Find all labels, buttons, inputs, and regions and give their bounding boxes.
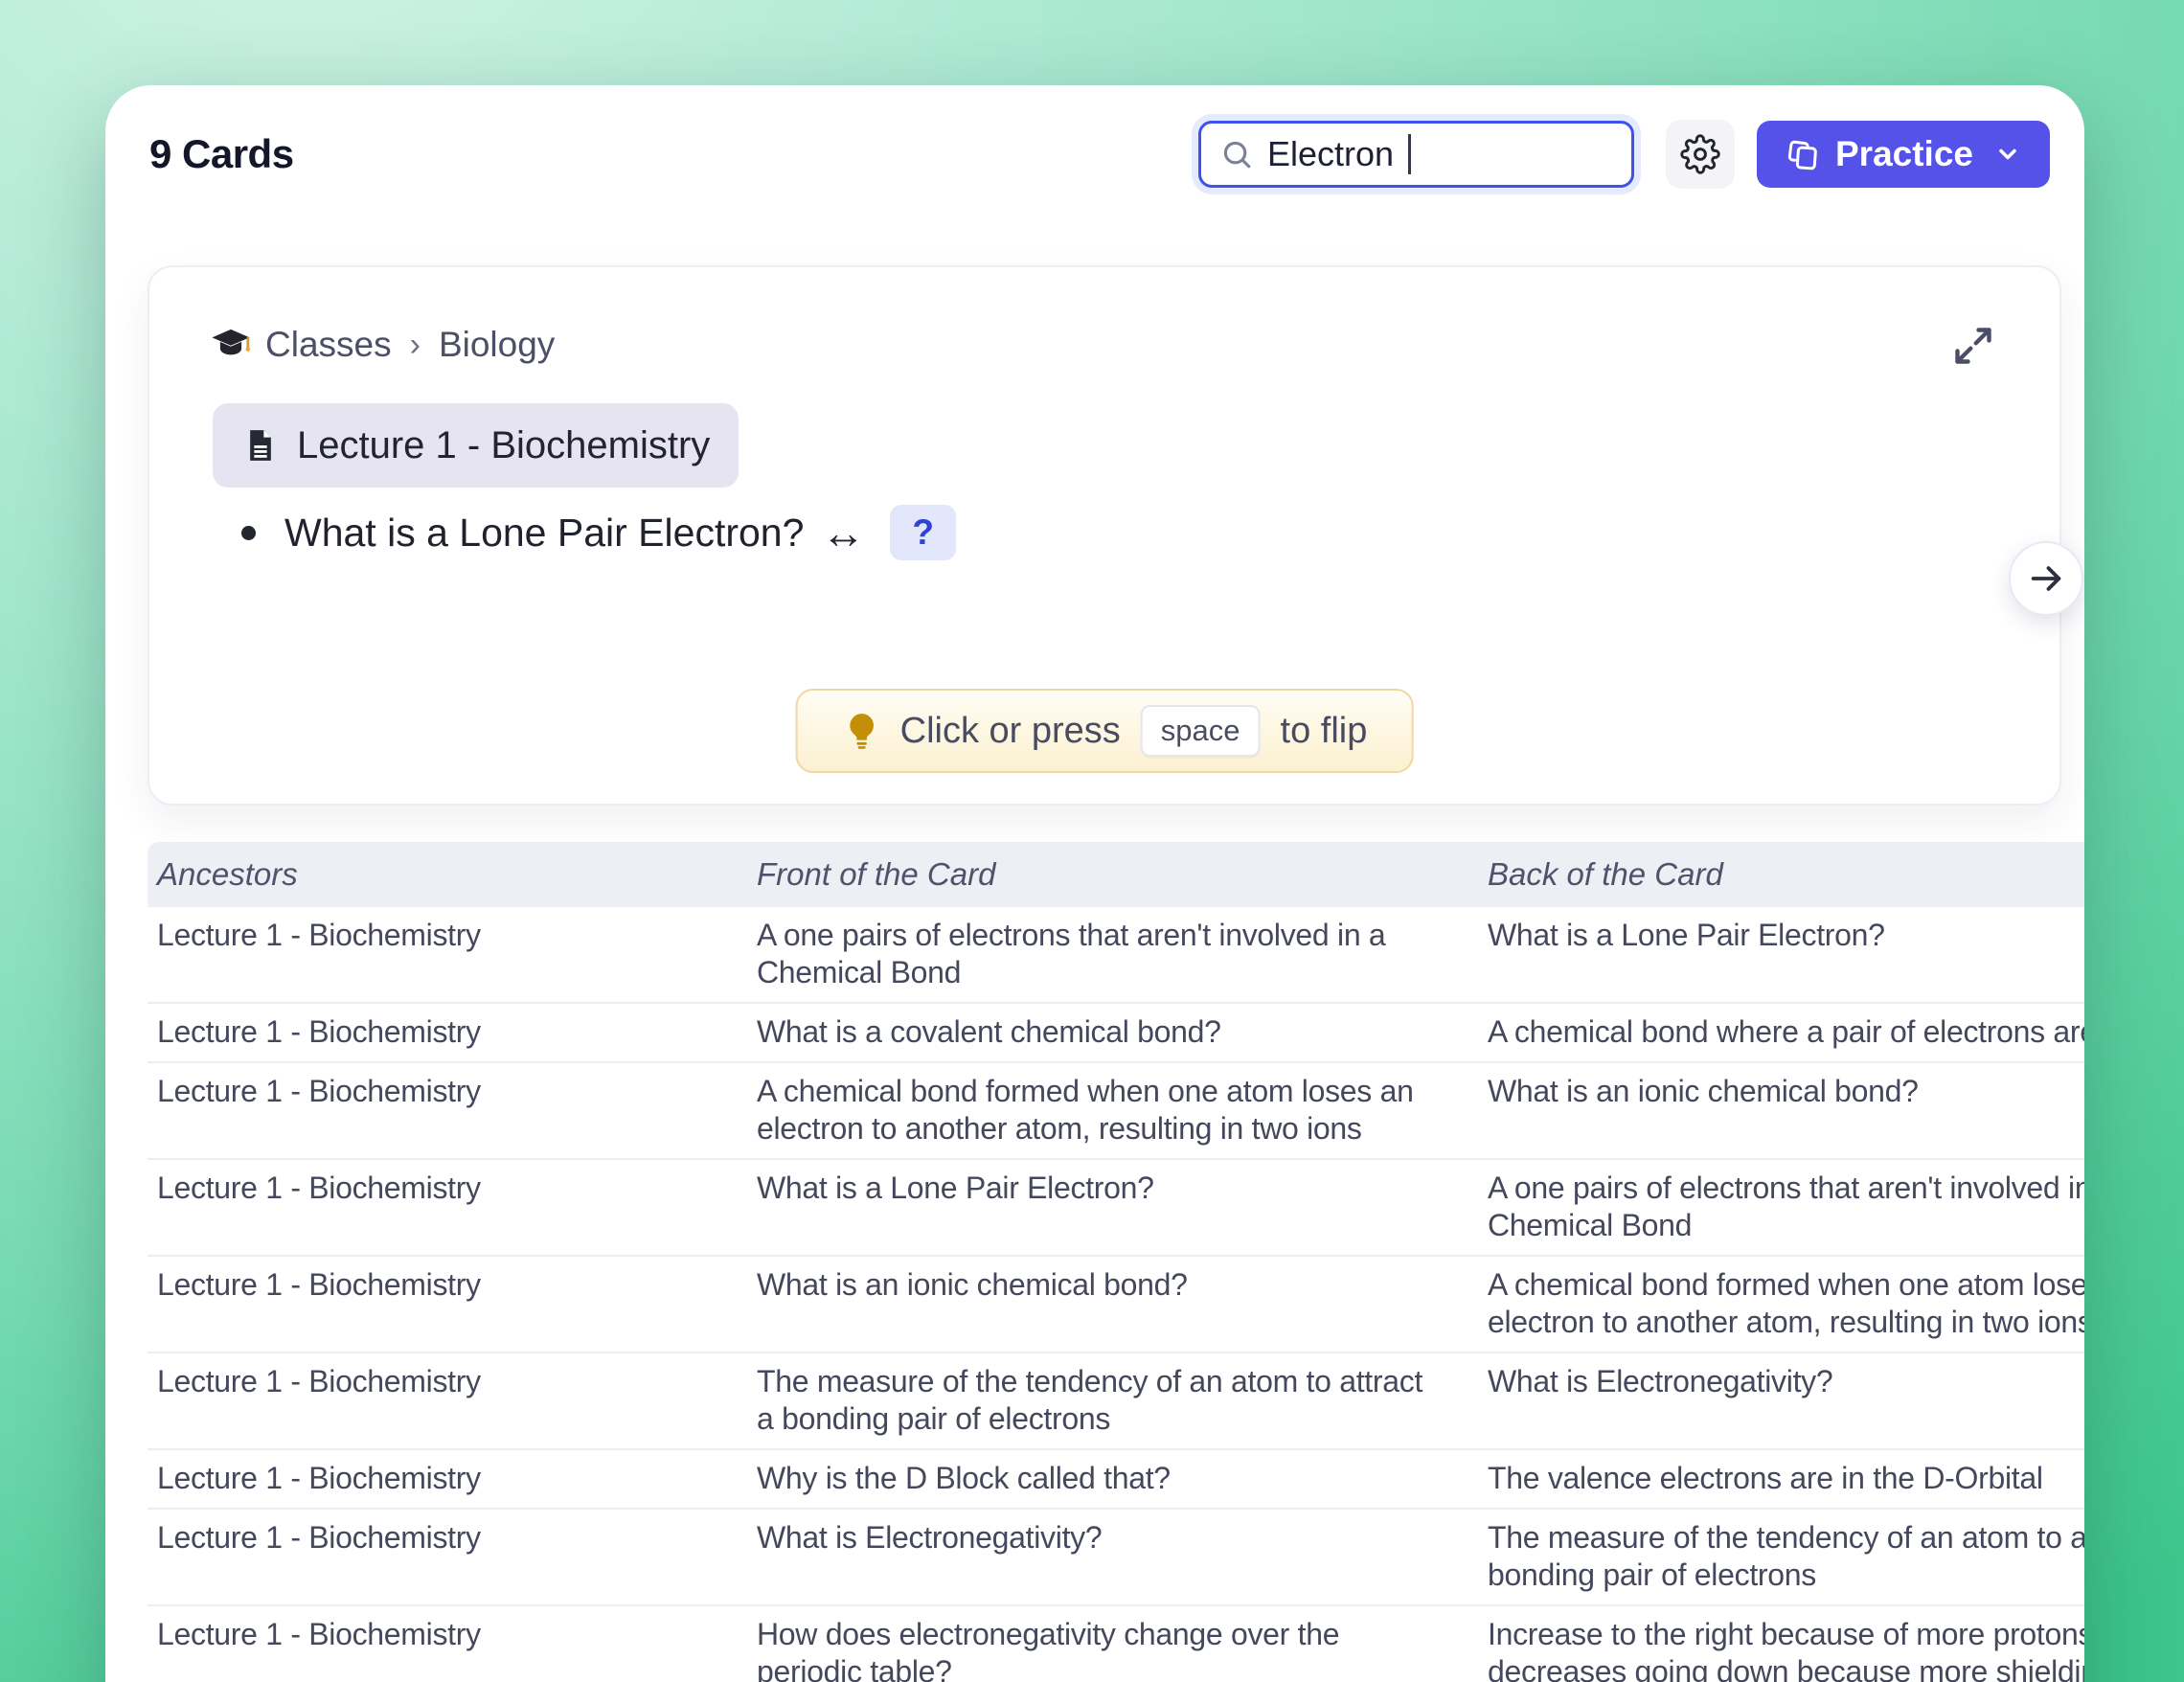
cell-front: How does electronegativity change over t…: [757, 1616, 1488, 1682]
flip-hint-prefix: Click or press: [900, 711, 1121, 752]
cell-front: What is a Lone Pair Electron?: [757, 1170, 1488, 1244]
cell-front: What is an ionic chemical bond?: [757, 1266, 1488, 1341]
table-header-row: Ancestors Front of the Card Back of the …: [148, 842, 2084, 907]
flip-hint-suffix: to flip: [1281, 711, 1368, 752]
table-row[interactable]: Lecture 1 - Biochemistry What is a Lone …: [148, 1160, 2084, 1257]
cell-ancestors: Lecture 1 - Biochemistry: [157, 917, 757, 991]
table-row[interactable]: Lecture 1 - Biochemistry What is an ioni…: [148, 1257, 2084, 1353]
breadcrumb-classes[interactable]: Classes: [265, 325, 392, 365]
breadcrumb-separator: ›: [404, 327, 426, 364]
cards-icon: [1786, 137, 1820, 171]
column-header-ancestors: Ancestors: [157, 856, 757, 893]
column-header-back: Back of the Card: [1488, 856, 2084, 893]
table-row[interactable]: Lecture 1 - Biochemistry A one pairs of …: [148, 907, 2084, 1004]
practice-label: Practice: [1835, 134, 1973, 174]
table-row[interactable]: Lecture 1 - Biochemistry What is Electro…: [148, 1510, 2084, 1606]
cell-back: What is Electronegativity?: [1488, 1363, 2084, 1438]
graduation-cap-icon: [209, 323, 253, 367]
breadcrumb[interactable]: Classes › Biology: [209, 323, 555, 367]
table-row[interactable]: Lecture 1 - Biochemistry How does electr…: [148, 1606, 2084, 1682]
search-input[interactable]: Electron: [1198, 121, 1634, 188]
search-icon: [1220, 138, 1253, 170]
table-row[interactable]: Lecture 1 - Biochemistry A chemical bond…: [148, 1063, 2084, 1160]
cell-front: A one pairs of electrons that aren't inv…: [757, 917, 1488, 991]
topbar: 9 Cards Electron: [149, 120, 2050, 189]
arrow-right-icon: [2027, 559, 2065, 598]
cell-ancestors: Lecture 1 - Biochemistry: [157, 1266, 757, 1341]
cell-ancestors: Lecture 1 - Biochemistry: [157, 1013, 757, 1051]
cell-back: A one pairs of electrons that aren't inv…: [1488, 1170, 2084, 1244]
deck-tag[interactable]: Lecture 1 - Biochemistry: [213, 403, 739, 488]
column-header-front: Front of the Card: [757, 856, 1488, 893]
cell-ancestors: Lecture 1 - Biochemistry: [157, 1519, 757, 1594]
cell-front: A chemical bond formed when one atom los…: [757, 1073, 1488, 1148]
space-key: space: [1141, 705, 1261, 757]
next-card-button[interactable]: [2009, 541, 2083, 616]
gear-icon: [1680, 134, 1720, 174]
chevron-down-icon: [1994, 141, 2021, 168]
document-icon: [241, 426, 280, 465]
cell-back: A chemical bond where a pair of electron…: [1488, 1013, 2084, 1051]
table-row[interactable]: Lecture 1 - Biochemistry What is a coval…: [148, 1004, 2084, 1063]
flashcard[interactable]: Classes › Biology Lecture 1 - Biochemist…: [148, 265, 2061, 806]
expand-icon: [1952, 325, 1998, 367]
breadcrumb-biology[interactable]: Biology: [439, 325, 555, 365]
cell-front: What is Electronegativity?: [757, 1519, 1488, 1594]
settings-button[interactable]: [1666, 120, 1735, 189]
cell-back: The measure of the tendency of an atom t…: [1488, 1519, 2084, 1594]
cell-front: The measure of the tendency of an atom t…: [757, 1363, 1488, 1438]
deck-tag-label: Lecture 1 - Biochemistry: [297, 424, 710, 467]
search-value: Electron: [1267, 134, 1394, 174]
cell-ancestors: Lecture 1 - Biochemistry: [157, 1170, 757, 1244]
app-card: 9 Cards Electron: [105, 85, 2084, 1682]
cards-table: Ancestors Front of the Card Back of the …: [148, 842, 2084, 1682]
left-right-arrow-icon: ↔: [821, 507, 865, 558]
page-title: 9 Cards: [149, 131, 294, 177]
flip-hint: Click or press space to flip: [796, 689, 1414, 773]
table-row[interactable]: Lecture 1 - Biochemistry The measure of …: [148, 1353, 2084, 1450]
cell-front: Why is the D Block called that?: [757, 1460, 1488, 1497]
cell-ancestors: Lecture 1 - Biochemistry: [157, 1616, 757, 1682]
card-front-line: What is a Lone Pair Electron? ↔ ?: [241, 505, 956, 560]
cell-back: What is a Lone Pair Electron?: [1488, 917, 2084, 991]
expand-button[interactable]: [1952, 323, 1998, 369]
cell-back: The valence electrons are in the D-Orbit…: [1488, 1460, 2084, 1497]
practice-button[interactable]: Practice: [1757, 121, 2050, 188]
cell-back: A chemical bond formed when one atom los…: [1488, 1266, 2084, 1341]
hidden-answer-badge[interactable]: ?: [890, 505, 956, 560]
bullet-icon: [241, 526, 256, 540]
cell-front: What is a covalent chemical bond?: [757, 1013, 1488, 1051]
cell-ancestors: Lecture 1 - Biochemistry: [157, 1363, 757, 1438]
lightbulb-icon: [842, 711, 882, 751]
cell-back: Increase to the right because of more pr…: [1488, 1616, 2084, 1682]
topbar-controls: Electron Practice: [1198, 120, 2050, 189]
cell-ancestors: Lecture 1 - Biochemistry: [157, 1073, 757, 1148]
table-row[interactable]: Lecture 1 - Biochemistry Why is the D Bl…: [148, 1450, 2084, 1510]
card-front-text: What is a Lone Pair Electron?: [284, 511, 804, 556]
cell-ancestors: Lecture 1 - Biochemistry: [157, 1460, 757, 1497]
text-caret: [1408, 134, 1411, 174]
cell-back: What is an ionic chemical bond?: [1488, 1073, 2084, 1148]
